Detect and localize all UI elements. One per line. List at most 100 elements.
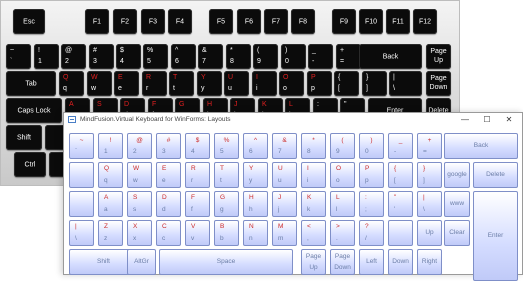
vkey-slash[interactable]: ? /	[359, 220, 384, 246]
vkey-right-bracket[interactable]: }]	[417, 162, 442, 188]
vkey-8[interactable]: * 8	[301, 133, 326, 159]
vkey-w[interactable]: Ww	[127, 162, 152, 188]
key-1[interactable]: ! 1	[34, 44, 59, 69]
vkey-0[interactable]: ) 0	[359, 133, 384, 159]
vkey-f[interactable]: Ff	[185, 191, 210, 217]
key-f9[interactable]: F9	[332, 9, 356, 34]
key-y[interactable]: Yy	[197, 71, 222, 96]
key-caps-lock[interactable]: Caps Lock	[6, 98, 62, 123]
key-4[interactable]: $4	[116, 44, 141, 69]
vkey-g[interactable]: Gg	[214, 191, 239, 217]
key-shift[interactable]: Shift	[6, 125, 42, 150]
vkey-period[interactable]: >.	[330, 220, 355, 246]
vkey-clear[interactable]: Clear	[444, 220, 470, 246]
vkey-9[interactable]: (9	[330, 133, 355, 159]
key-t[interactable]: Tt	[169, 71, 194, 96]
key-equals[interactable]: + =	[336, 44, 361, 69]
vkey-minus[interactable]: _ -	[388, 133, 413, 159]
key-backtick[interactable]: ~ `	[6, 44, 31, 69]
vkey-semicolon[interactable]: :;	[359, 191, 384, 217]
minimize-icon[interactable]: —	[454, 113, 476, 127]
vkey-enter[interactable]: Enter	[473, 191, 518, 281]
vkey-1[interactable]: ! 1	[98, 133, 123, 159]
key-backspace[interactable]: Back	[359, 44, 422, 69]
key-f6[interactable]: F6	[237, 9, 261, 34]
key-f8[interactable]: F8	[291, 9, 315, 34]
vkey-comma[interactable]: <,	[301, 220, 326, 246]
vkey-h[interactable]: Hh	[243, 191, 268, 217]
vkey-left-column-3[interactable]	[69, 191, 94, 217]
vkey-left-bracket[interactable]: {[	[388, 162, 413, 188]
close-icon[interactable]: ✕	[498, 113, 520, 127]
vkey-page-down[interactable]: Page Down	[330, 249, 355, 275]
vkey-e[interactable]: Ee	[156, 162, 181, 188]
key-right-bracket[interactable]: }]	[362, 71, 387, 96]
key-tab[interactable]: Tab	[6, 71, 56, 96]
key-u[interactable]: Uu	[224, 71, 249, 96]
key-f7[interactable]: F7	[264, 9, 288, 34]
vkey-3[interactable]: #3	[156, 133, 181, 159]
key-f1[interactable]: F1	[85, 9, 109, 34]
key-r[interactable]: Rr	[142, 71, 167, 96]
vkey-n[interactable]: Nn	[243, 220, 268, 246]
key-f5[interactable]: F5	[209, 9, 233, 34]
vkey-down[interactable]: Down	[388, 249, 413, 275]
vkey-google[interactable]: google	[444, 162, 470, 188]
key-left-bracket[interactable]: {[	[334, 71, 359, 96]
vkey-j[interactable]: Jj	[272, 191, 297, 217]
vkey-s[interactable]: Ss	[127, 191, 152, 217]
key-5[interactable]: % 5	[143, 44, 168, 69]
vkey-altgr[interactable]: AltGr	[127, 249, 156, 275]
vkey-y[interactable]: Yy	[243, 162, 268, 188]
key-3[interactable]: #3	[89, 44, 114, 69]
key-minus[interactable]: _ -	[308, 44, 333, 69]
key-page-down[interactable]: Page Down	[426, 71, 451, 96]
vkey-backslash-left[interactable]: | \	[69, 220, 94, 246]
vkey-backslash[interactable]: | \	[417, 191, 442, 217]
key-9[interactable]: (9	[253, 44, 278, 69]
vkey-c[interactable]: Cc	[156, 220, 181, 246]
key-w[interactable]: Ww	[87, 71, 112, 96]
key-e[interactable]: Ee	[114, 71, 139, 96]
vkey-k[interactable]: Kk	[301, 191, 326, 217]
vkey-d[interactable]: Dd	[156, 191, 181, 217]
key-f12[interactable]: F12	[413, 9, 437, 34]
vkey-7[interactable]: & 7	[272, 133, 297, 159]
key-backslash[interactable]: | \	[389, 71, 422, 96]
vkey-equals[interactable]: + =	[417, 133, 442, 159]
vkey-r[interactable]: Rr	[185, 162, 210, 188]
vkey-2[interactable]: @2	[127, 133, 152, 159]
vkey-left[interactable]: Left	[359, 249, 384, 275]
key-f10[interactable]: F10	[359, 9, 383, 34]
vkey-p[interactable]: Pp	[359, 162, 384, 188]
key-page-up[interactable]: Page Up	[426, 44, 451, 69]
vkey-www[interactable]: www	[444, 191, 470, 217]
key-f2[interactable]: F2	[113, 9, 137, 34]
vkey-l[interactable]: Ll	[330, 191, 355, 217]
vkey-page-up[interactable]: Page Up	[301, 249, 326, 275]
vkey-x[interactable]: Xx	[127, 220, 152, 246]
vkey-t[interactable]: Tt	[214, 162, 239, 188]
maximize-icon[interactable]: ☐	[476, 113, 498, 127]
key-2[interactable]: @2	[61, 44, 86, 69]
vkey-m[interactable]: Mm	[272, 220, 297, 246]
vkey-right[interactable]: Right	[417, 249, 442, 275]
vkey-q[interactable]: Qq	[98, 162, 123, 188]
vkey-6[interactable]: ^ 6	[243, 133, 268, 159]
vkey-space[interactable]: Space	[159, 249, 293, 275]
vkey-a[interactable]: Aa	[98, 191, 123, 217]
key-f11[interactable]: F11	[386, 9, 410, 34]
key-0[interactable]: ) 0	[281, 44, 306, 69]
key-7[interactable]: & 7	[198, 44, 223, 69]
vkey-backtick[interactable]: ~ `	[69, 133, 94, 159]
vkey-v[interactable]: Vv	[185, 220, 210, 246]
vkey-i[interactable]: Ii	[301, 162, 326, 188]
vkey-up[interactable]: Up	[417, 220, 442, 246]
vkey-u[interactable]: Uu	[272, 162, 297, 188]
key-esc[interactable]: Esc	[13, 9, 45, 34]
key-ctrl[interactable]: Ctrl	[14, 152, 46, 177]
vkey-5[interactable]: % 5	[214, 133, 239, 159]
vkey-4[interactable]: $4	[185, 133, 210, 159]
key-6[interactable]: ^ 6	[171, 44, 196, 69]
key-o[interactable]: Oo	[279, 71, 304, 96]
